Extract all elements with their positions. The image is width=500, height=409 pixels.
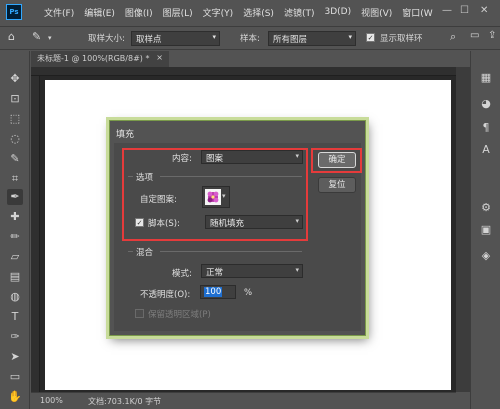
sample-label: 样本: (240, 34, 260, 44)
vertical-ruler (31, 76, 40, 392)
menu-type[interactable]: 文字(Y) (203, 6, 234, 19)
chevron-down-icon: ▾ (348, 33, 352, 41)
reset-button[interactable]: 复位 (318, 177, 356, 193)
share-icon[interactable]: ⇪ (488, 30, 496, 41)
close-icon[interactable]: ✕ (480, 5, 488, 16)
search-icon[interactable]: ⌕ (450, 30, 456, 44)
workspace-icon[interactable]: ▭ (470, 30, 479, 41)
paragraph-panel-icon[interactable]: ¶ (479, 121, 493, 135)
sample-size-value: 取样点 (136, 35, 162, 45)
chevron-down-icon[interactable]: ▾ (48, 34, 52, 42)
close-tab-icon[interactable]: × (156, 53, 163, 62)
document-tab-title: 未标题-1 @ 100%(RGB/8#) * (37, 54, 150, 63)
document-info[interactable]: 文档:703.1K/0 字节 (88, 396, 161, 407)
brush-tool-icon[interactable]: ✏ (7, 229, 23, 245)
document-tab[interactable]: 未标题-1 @ 100%(RGB/8#) * × (31, 51, 169, 67)
blending-group-label: 混合 (136, 248, 154, 258)
photoshop-logo-icon: Ps (6, 4, 22, 20)
chevron-down-icon: ▾ (212, 33, 216, 41)
menu-image[interactable]: 图像(I) (125, 6, 153, 19)
minimize-icon[interactable]: — (442, 5, 452, 16)
blur-tool-icon[interactable]: ◍ (7, 289, 23, 305)
character-panel-icon[interactable]: A (479, 143, 493, 157)
opacity-value: 100 (204, 287, 223, 297)
menu-layer[interactable]: 图层(L) (163, 6, 193, 19)
color-panel-icon[interactable]: ◕ (479, 97, 493, 111)
menu-select[interactable]: 选择(S) (243, 6, 274, 19)
opacity-label: 不透明度(O): (140, 290, 191, 300)
show-ring-label: 显示取样环 (380, 34, 423, 44)
menubar: Ps 文件(F) 编辑(E) 图像(I) 图层(L) 文字(Y) 选择(S) 滤… (0, 0, 500, 24)
healing-brush-tool-icon[interactable]: ✚ (7, 209, 23, 225)
highlight-box-options (122, 148, 308, 241)
group-divider (160, 251, 302, 252)
status-bar: 100% 文档:703.1K/0 字节 (31, 392, 456, 409)
layers-panel-icon[interactable]: ◈ (479, 249, 493, 263)
horizontal-ruler (31, 67, 456, 76)
eraser-tool-icon[interactable]: ▱ (7, 249, 23, 265)
rectangle-tool-icon[interactable]: ▭ (7, 369, 23, 385)
chevron-down-icon: ▾ (295, 266, 299, 274)
menu-3d[interactable]: 3D(D) (324, 7, 351, 17)
history-panel-icon[interactable]: ▦ (479, 71, 493, 85)
sample-value: 所有图层 (273, 35, 308, 45)
panel-collapse-strip[interactable] (456, 67, 470, 392)
artboard-tool-icon[interactable]: ⊡ (7, 91, 23, 107)
opacity-input[interactable]: 100 (200, 285, 236, 299)
sample-select[interactable]: 所有图层 ▾ (268, 31, 356, 46)
tools-panel: ✥ ⊡ ⬚ ◌ ✎ ⌗ ✒ ✚ ✏ ▱ ▤ ◍ T ✑ ➤ ▭ ✋ (0, 51, 30, 409)
preserve-transparency-label: 保留透明区域(P) (148, 310, 211, 320)
show-ring-checkbox[interactable]: ✓ (366, 33, 375, 43)
preserve-transparency-checkbox[interactable] (135, 309, 144, 318)
sample-size-label: 取样大小: (88, 34, 125, 44)
path-selection-tool-icon[interactable]: ➤ (7, 349, 23, 365)
mode-select[interactable]: 正常 ▾ (201, 264, 303, 278)
zoom-level[interactable]: 100% (40, 396, 63, 405)
pen-tool-icon[interactable]: ✑ (7, 329, 23, 345)
maximize-icon[interactable]: ☐ (460, 5, 469, 16)
mode-value: 正常 (206, 268, 224, 278)
eyedropper-tool-preset-icon[interactable]: ✎ (32, 30, 41, 43)
quick-selection-tool-icon[interactable]: ✎ (7, 151, 23, 167)
menu-view[interactable]: 视图(V) (361, 6, 392, 19)
options-bar: ⌂ ✎ ▾ 取样大小: 取样点 ▾ 样本: 所有图层 ▾ ✓ 显示取样环 ⌕ ▭… (0, 26, 500, 50)
eyedropper-tool-icon[interactable]: ✒ (7, 189, 23, 205)
menu-filter[interactable]: 滤镜(T) (284, 6, 315, 19)
mode-label: 模式: (172, 269, 192, 279)
type-tool-icon[interactable]: T (7, 309, 23, 325)
highlight-box-ok (311, 148, 362, 173)
gradient-tool-icon[interactable]: ▤ (7, 269, 23, 285)
lasso-tool-icon[interactable]: ◌ (7, 131, 23, 147)
fill-dialog: 填充 内容: 图案 ▾ 选项 自定图案: ▾ ✓ 脚本(S): 随机填充 ▾ 混… (109, 120, 366, 336)
panel-dock: ▦ ◕ ¶ A ⚙ ▣ ◈ (470, 51, 500, 409)
sample-size-select[interactable]: 取样点 ▾ (131, 31, 220, 46)
adjustments-panel-icon[interactable]: ⚙ (479, 201, 493, 215)
hand-tool-icon[interactable]: ✋ (7, 389, 23, 405)
menu-window[interactable]: 窗口(W (402, 6, 432, 19)
move-tool-icon[interactable]: ✥ (7, 71, 23, 87)
properties-panel-icon[interactable]: ▣ (479, 223, 493, 237)
menu-edit[interactable]: 编辑(E) (84, 6, 115, 19)
home-icon[interactable]: ⌂ (8, 30, 15, 43)
menu-file[interactable]: 文件(F) (44, 6, 74, 19)
group-divider (128, 251, 133, 252)
opacity-unit: % (244, 288, 253, 298)
marquee-tool-icon[interactable]: ⬚ (7, 111, 23, 127)
dialog-title: 填充 (116, 130, 135, 140)
crop-tool-icon[interactable]: ⌗ (7, 171, 23, 187)
